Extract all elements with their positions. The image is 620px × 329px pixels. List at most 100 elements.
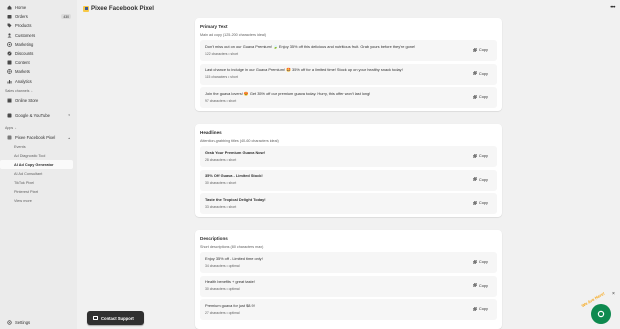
copy-icon	[473, 94, 478, 99]
nav-label: Online Store	[15, 97, 39, 103]
headlines-card: Headlines Attention-grabbing titles (40-…	[195, 124, 502, 217]
contact-support-label: Contact Support	[101, 315, 134, 321]
copy-icon	[473, 200, 478, 205]
contact-support-button[interactable]: Contact Support	[87, 311, 144, 325]
copy-meta: 97 characters • short	[205, 98, 237, 103]
copy-icon	[473, 283, 478, 287]
copy-text: Don't miss out on our Guava Premium! 🍃 E…	[205, 43, 416, 49]
sales-channels-label: Sales channels	[5, 89, 30, 94]
nav-settings[interactable]: Settings	[0, 318, 30, 327]
nav-home[interactable]: Home	[0, 3, 77, 12]
sub-item-events[interactable]: Events	[0, 142, 77, 151]
copy-label: Copy	[478, 47, 488, 52]
apps-label: Apps	[5, 125, 14, 130]
nav-label: Settings	[15, 320, 31, 326]
google-icon	[7, 113, 12, 118]
nav-marketing[interactable]: Marketing	[0, 40, 77, 49]
copy-row: Health benefits + great taste! 30 charac…	[200, 275, 497, 297]
tag-icon	[7, 23, 12, 28]
target-icon	[7, 41, 12, 47]
nav-label: Orders	[15, 14, 28, 20]
message-icon	[93, 316, 98, 320]
card-heading: Headlines	[200, 130, 222, 135]
bar-chart-icon	[7, 79, 12, 84]
copy-icon	[473, 306, 478, 311]
nav-label: Pixee Facebook Pixel	[15, 135, 56, 141]
copy-row: Premium guava for just $8.9! 27 characte…	[200, 299, 497, 320]
nav-customers[interactable]: Customers	[0, 31, 77, 40]
chevron-down-icon: ▾	[68, 113, 70, 118]
sub-item-pinterest[interactable]: Pinterest Pixel	[0, 187, 77, 196]
nav-markets[interactable]: Markets	[0, 67, 77, 76]
copy-button[interactable]: Copy	[473, 153, 488, 158]
copy-button[interactable]: Copy	[473, 306, 488, 311]
copy-button[interactable]: Copy	[473, 200, 488, 205]
copy-label: Copy	[478, 153, 488, 158]
copy-button[interactable]: Copy	[473, 47, 488, 52]
descriptions-card: Descriptions Short descriptions (80 char…	[195, 230, 502, 329]
nav-label: Markets	[15, 69, 30, 75]
copy-row: Join the guava lovers! 😍 Get 35% off our…	[200, 87, 497, 108]
orders-count-badge: 430	[61, 14, 71, 20]
copy-row: Last chance to indulge in our Guava Prem…	[200, 63, 497, 85]
card-subheading: Short descriptions (80 characters max)	[200, 245, 264, 249]
chat-launcher-button[interactable]	[591, 304, 611, 324]
chevron-right-icon: ›	[15, 125, 17, 130]
chat-icon	[597, 310, 605, 318]
copy-label: Copy	[478, 94, 488, 99]
copy-row: Taste the Tropical Delight Today! 33 cha…	[200, 193, 497, 214]
nav-app-pixee[interactable]: Pixee Facebook Pixel ▴	[0, 133, 77, 142]
copy-meta: 122 characters • short	[205, 51, 239, 56]
pixee-app-icon	[7, 135, 12, 140]
copy-text: Premium guava for just $8.9!	[205, 302, 255, 308]
copy-label: Copy	[478, 282, 488, 288]
copy-meta: 33 characters • short	[205, 204, 237, 209]
nav-label: Marketing	[15, 41, 34, 47]
copy-label: Copy	[478, 200, 488, 205]
copy-button[interactable]: Copy	[473, 259, 488, 264]
nav-online-store[interactable]: Online Store	[0, 96, 77, 105]
primary-text-card: Primary Text Main ad copy (125-200 chara…	[195, 18, 502, 111]
nav-orders[interactable]: Orders 430	[0, 12, 77, 21]
sub-item-ai-ad-copy[interactable]: AI Ad Copy Generator	[0, 160, 73, 170]
nav-discounts[interactable]: Discounts	[0, 49, 77, 58]
apps-heading[interactable]: Apps ›	[0, 123, 77, 132]
card-subheading: Attention-grabbing titles (40-60 charact…	[200, 139, 279, 143]
sub-item-view-more[interactable]: View more	[0, 196, 77, 205]
nav-analytics[interactable]: Analytics	[0, 77, 77, 86]
copy-icon	[473, 259, 478, 264]
home-icon	[7, 5, 12, 10]
sales-channels-heading[interactable]: Sales channels ›	[0, 87, 77, 96]
copy-meta: 27 characters • optimal	[205, 310, 240, 315]
nav-label: Content	[15, 60, 30, 66]
copy-button[interactable]: Copy	[473, 94, 488, 99]
close-icon[interactable]: ×	[612, 291, 615, 297]
copy-label: Copy	[478, 259, 488, 264]
copy-button[interactable]: Copy	[473, 71, 488, 76]
copy-label: Copy	[478, 70, 488, 76]
nav-content[interactable]: Content	[0, 58, 77, 67]
chevron-up-icon: ▴	[68, 135, 70, 140]
nav-label: Home	[15, 5, 27, 11]
nav-google-youtube[interactable]: Google & YouTube ▾	[0, 111, 77, 120]
sub-item-tiktok[interactable]: TikTok Pixel	[0, 178, 77, 187]
copy-button[interactable]: Copy	[473, 283, 488, 288]
nav-products[interactable]: Products	[0, 21, 77, 30]
more-actions-button[interactable]: •••	[610, 5, 615, 11]
orders-icon	[7, 14, 12, 19]
copy-icon	[473, 177, 478, 181]
copy-label: Copy	[478, 306, 488, 311]
sidebar: Home Orders 430 Products Customers Marke…	[0, 0, 77, 329]
copy-meta: 28 characters • short	[205, 157, 237, 162]
copy-text: 35% Off Guava - Limited Stock!	[205, 173, 263, 178]
nav-label: Customers	[15, 32, 36, 38]
page-title: Pixee Facebook Pixel	[91, 5, 154, 12]
sub-item-ad-diagnostic[interactable]: Ad Diagnostic Tool	[0, 151, 77, 160]
chat-widget: We Are Here! ×	[578, 291, 620, 329]
copy-row: Enjoy 35% off - Limited time only! 34 ch…	[200, 252, 497, 273]
sub-item-ai-consultant[interactable]: AI Ad Consultant	[0, 169, 77, 178]
copy-icon	[473, 71, 478, 75]
copy-button[interactable]: Copy	[473, 177, 488, 182]
copy-row: Grab Your Premium Guava Now! 28 characte…	[200, 146, 497, 167]
store-icon	[7, 98, 12, 103]
